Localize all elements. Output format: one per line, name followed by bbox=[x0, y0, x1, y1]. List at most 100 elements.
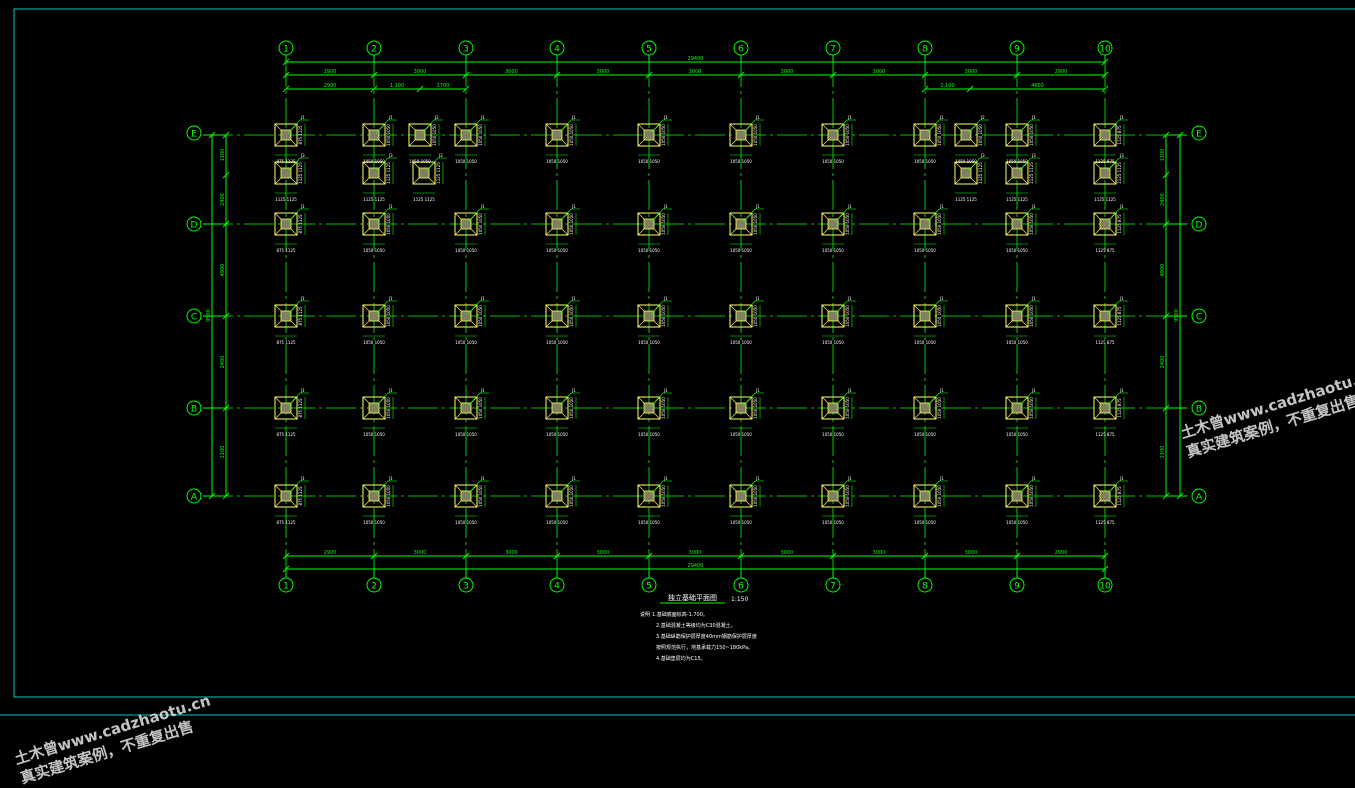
footing-slope-line bbox=[545, 412, 553, 420]
footing-dim-label: 1050 1050 bbox=[661, 397, 666, 419]
footing-slope-line bbox=[653, 139, 661, 147]
footing-dim-label: 1050 1050 bbox=[363, 432, 385, 437]
footings: 875 1125875 1125J11050 10501050 1050J110… bbox=[274, 115, 1128, 525]
dimension-label: 3000 bbox=[414, 550, 427, 556]
footing: 1050 1050 1050 1050 J1 bbox=[637, 476, 672, 525]
footing-dim-label: 1050 1050 bbox=[546, 248, 568, 253]
footing: 1050 1050 1050 1050 J1 bbox=[545, 476, 580, 525]
footing: 875 1125 875 1125 J1 bbox=[274, 296, 309, 345]
footing-slope-line bbox=[729, 396, 737, 404]
footing-dim-label: 1050 1050 bbox=[363, 340, 385, 345]
footing-slope-line bbox=[837, 228, 845, 236]
footing-dim-label: 1125 875 bbox=[1117, 214, 1122, 234]
title-block: 独立基础平面图 1:150 bbox=[660, 593, 748, 604]
axis-column-bottom-label: 10 bbox=[1099, 582, 1111, 592]
footing: 1050 1050 1050 1050 J1 bbox=[545, 115, 580, 164]
footing-slope-line bbox=[637, 396, 645, 404]
footing-tag: J1 bbox=[300, 115, 305, 120]
footing-slope-line bbox=[1093, 396, 1101, 404]
footing-tag: J1 bbox=[755, 296, 760, 301]
dimension-label: 2900 bbox=[1055, 550, 1068, 556]
footing-slope-line bbox=[561, 500, 569, 508]
footing-slope-line bbox=[821, 304, 829, 312]
footing-slope-line bbox=[913, 396, 921, 404]
footing: 1050 1050 1050 1050 J1 bbox=[454, 296, 489, 345]
footing-tag: J1 bbox=[388, 476, 393, 481]
footing-tag: J1 bbox=[663, 115, 668, 120]
footing-dim-label: 1050 1050 bbox=[753, 397, 758, 419]
footing-slope-line bbox=[1005, 123, 1013, 131]
footing-slope-line bbox=[545, 123, 553, 131]
footing-dim-label: 1125 1125 bbox=[436, 162, 441, 184]
axis-column-top-label: 5 bbox=[646, 45, 652, 55]
footing: 1050 1050 1050 1050 J1 bbox=[729, 204, 764, 253]
dimension-label: 2400 bbox=[1160, 193, 1166, 206]
footing-tag: J1 bbox=[939, 296, 944, 301]
dimension-label: 1,100 bbox=[940, 83, 954, 89]
footing-tag: J1 bbox=[480, 388, 485, 393]
footing-slope-line bbox=[821, 396, 829, 404]
footing-slope-line bbox=[745, 320, 753, 328]
dimension-label: 1100 bbox=[220, 149, 226, 162]
footing-dim-label: 1050 1050 bbox=[638, 340, 660, 345]
dimension-label: 1100 bbox=[220, 446, 226, 459]
dimension-label: 4900 bbox=[1160, 264, 1166, 277]
footing-slope-line bbox=[653, 320, 661, 328]
axis-labels: 1 1 2 2 3 3 4 4 5 5 6 6 7 7 8 8 9 9 10 10 E E D D C C B B A A bbox=[186, 40, 1207, 593]
footing-slope-line bbox=[1005, 212, 1013, 220]
footing-dim-label: 1050 1050 bbox=[363, 248, 385, 253]
footing-dim-label: 1125 875 bbox=[1095, 432, 1115, 437]
notes-heading: 说明 bbox=[640, 611, 650, 618]
footing: 1125 875 1125 875 J1 bbox=[1093, 296, 1128, 345]
axis-row-right-label: E bbox=[1196, 130, 1202, 140]
dimension-lines: 29400 2900 3000 3000 3000 3000 3000 3000 3000 290… bbox=[203, 56, 1187, 573]
footing-tag: J1 bbox=[480, 204, 485, 209]
dimension-label: 3000 bbox=[873, 550, 886, 556]
footing-slope-line bbox=[729, 212, 737, 220]
drawing-frame bbox=[0, 8, 1355, 716]
footing-tag: J1 bbox=[755, 476, 760, 481]
footing-tag: J1 bbox=[755, 115, 760, 120]
footing-slope-line bbox=[362, 484, 370, 492]
footing-tag: J1 bbox=[571, 388, 576, 393]
footing-slope-line bbox=[1093, 139, 1101, 147]
dimension-label: 2400 bbox=[220, 356, 226, 369]
footing-dim-label: 1050 1050 bbox=[937, 485, 942, 507]
footing-dim-label: 1050 1050 bbox=[661, 213, 666, 235]
footing-slope-line bbox=[653, 412, 661, 420]
footing-slope-line bbox=[378, 177, 386, 185]
footing-dim-label: 1050 1050 bbox=[546, 159, 568, 164]
footing-dim-label: 875 1125 bbox=[276, 340, 296, 345]
axis-column-bottom-label: 1 bbox=[283, 582, 289, 592]
axis-column-top-label: 7 bbox=[830, 45, 836, 55]
footing-slope-line bbox=[274, 412, 282, 420]
footing-slope-line bbox=[1021, 139, 1029, 147]
footing-slope-line bbox=[362, 412, 370, 420]
footing-dim-label: 1050 1050 bbox=[914, 248, 936, 253]
dimension-label: 2900 bbox=[324, 69, 337, 75]
axis-column-bottom-label: 9 bbox=[1014, 582, 1020, 592]
footing-slope-line bbox=[637, 320, 645, 328]
dimension-label: 3000 bbox=[597, 550, 610, 556]
footing-dim-label: 1050 1050 bbox=[845, 397, 850, 419]
footing-slope-line bbox=[729, 123, 737, 131]
axis-row-left-label: E bbox=[191, 130, 197, 140]
footing-dim-label: 1050 1050 bbox=[845, 485, 850, 507]
footing-dim-label: 875 1125 bbox=[298, 125, 303, 145]
footing-dim-label: 1050 1050 bbox=[569, 397, 574, 419]
footing-tag: J3 bbox=[438, 153, 443, 158]
footing: 1050 1050 1050 1050 J1 bbox=[637, 115, 672, 164]
footing-dim-label: 1050 1050 bbox=[478, 485, 483, 507]
footing-dim-label: 1050 1050 bbox=[386, 124, 391, 146]
footing-slope-line bbox=[545, 396, 553, 404]
footing-slope-line bbox=[454, 320, 462, 328]
footing-slope-line bbox=[913, 412, 921, 420]
axis-row-right-label: D bbox=[1196, 221, 1203, 231]
footing-dim-label: 1050 1050 bbox=[1029, 213, 1034, 235]
footing-dim-label: 1125 1125 bbox=[363, 197, 385, 202]
dimension-label: 2400 bbox=[1160, 356, 1166, 369]
footing-dim-label: 1050 1050 bbox=[455, 432, 477, 437]
footing-slope-line bbox=[729, 139, 737, 147]
footing-dim-label: 875 1125 bbox=[298, 486, 303, 506]
footing-dim-label: 1050 1050 bbox=[914, 520, 936, 525]
